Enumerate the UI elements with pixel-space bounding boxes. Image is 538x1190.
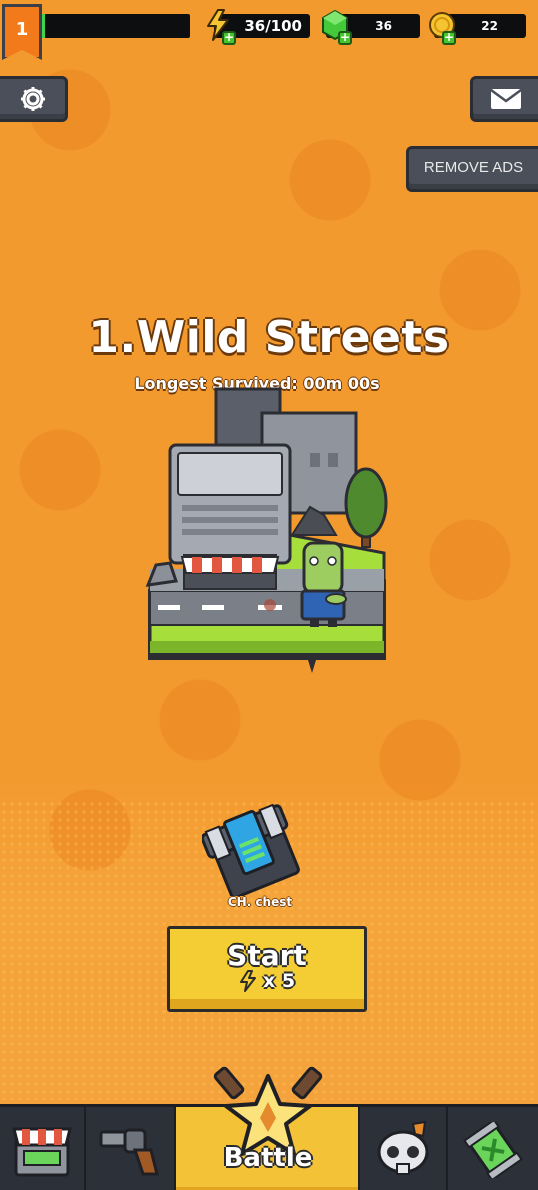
energy-bolt-icon (239, 970, 256, 992)
tab-battle-pass[interactable] (448, 1107, 538, 1190)
add-coins-button[interactable]: + (442, 31, 456, 45)
xp-bar (40, 14, 190, 38)
add-gems-button[interactable]: + (338, 31, 352, 45)
settings-gear-icon (20, 87, 45, 111)
energy-value: 36/100 (244, 17, 302, 35)
tab-zombies[interactable] (360, 1107, 448, 1190)
settings-button[interactable] (0, 76, 68, 122)
add-energy-button[interactable]: + (222, 31, 236, 45)
remove-ads-button[interactable]: REMOVE ADS (406, 146, 538, 192)
mail-button[interactable] (470, 76, 538, 122)
coin-value: 22 (481, 19, 498, 33)
start-cost: x 5 (239, 970, 295, 998)
revolver-icon (99, 1128, 159, 1176)
player-level: 1 (15, 19, 29, 40)
skull-icon (377, 1120, 429, 1175)
top-bar: 1 36/100 + 36 + 22 + (0, 0, 538, 60)
stage-title: 1.Wild Streets (88, 312, 450, 363)
tab-shop[interactable] (0, 1107, 86, 1190)
shop-icon (12, 1127, 72, 1177)
mail-envelope-icon (489, 88, 522, 109)
start-cost-value: x 5 (262, 970, 296, 992)
start-button[interactable]: Start x 5 (167, 926, 367, 1012)
start-label: Start (227, 939, 307, 972)
gem-value: 36 (375, 19, 392, 33)
stage-illustration[interactable] (140, 385, 395, 680)
chest-label: CH. chest (227, 895, 293, 909)
tab-weapons[interactable] (86, 1107, 176, 1190)
battle-label: Battle (223, 1143, 313, 1173)
remove-ads-label: REMOVE ADS (423, 159, 524, 176)
chest-icon[interactable] (202, 804, 302, 896)
battle-pass-icon (463, 1122, 523, 1178)
